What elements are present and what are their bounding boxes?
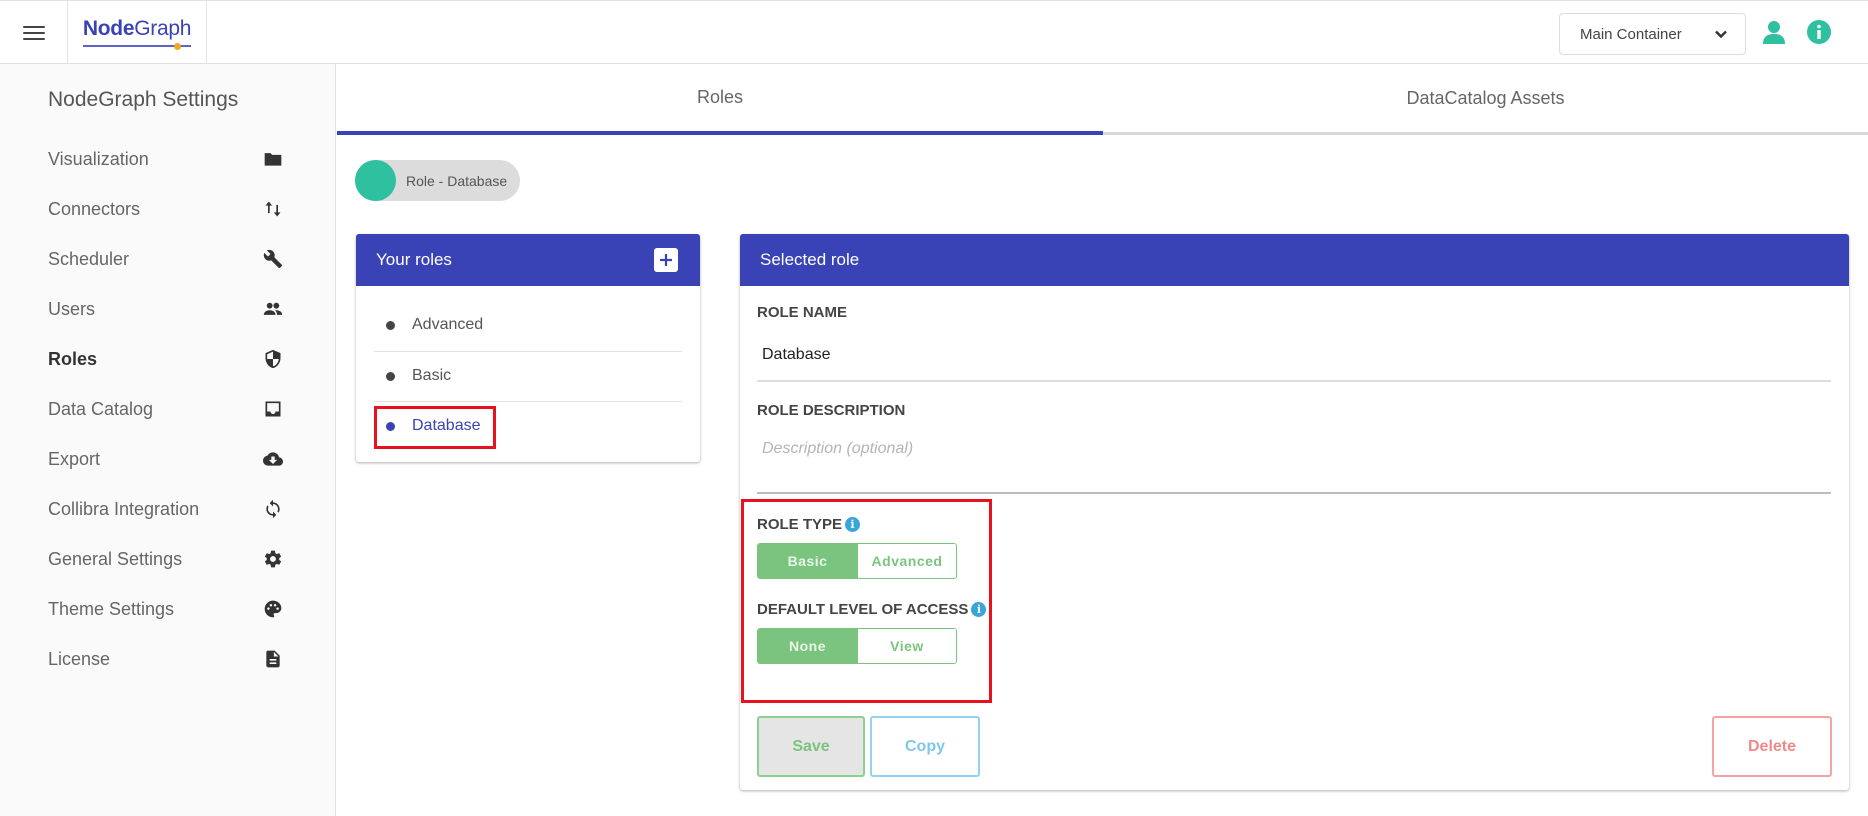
chip-avatar [355,160,396,201]
people-icon [262,298,284,320]
role-name-underline [757,380,1831,382]
role-name-label: ROLE NAME [757,304,847,321]
role-item-name: Advanced [412,316,484,333]
role-name-input[interactable]: Database [762,346,831,364]
sidebar-item-label: Data Catalog [48,398,154,419]
tab-bar: Roles DataCatalog Assets [337,64,1868,135]
sidebar-item-label: Visualization [48,148,149,169]
save-button[interactable]: Save [757,716,865,777]
sidebar-item-data-catalog[interactable]: Data Catalog [0,384,335,434]
roles-list-header: Your roles [356,234,700,286]
top-bar: NodeGraph Main Container [0,0,1868,64]
folder-icon [262,148,284,170]
sidebar-item-label: Users [48,298,96,319]
selected-role-title: Selected role [760,250,860,269]
settings-sidebar: NodeGraph Settings Visualization Connect… [0,64,336,816]
selected-role-header: Selected role [740,234,1849,286]
container-select[interactable]: Main Container [1559,13,1746,55]
sync-icon [262,498,284,520]
sidebar-item-label: Export [48,448,101,469]
inbox-icon [262,398,284,420]
role-item-name: Basic [412,367,452,384]
add-role-button[interactable] [654,248,678,272]
sidebar-item-scheduler[interactable]: Scheduler [0,234,335,284]
chevron-down-icon [1715,30,1727,39]
logo-dot [174,43,182,50]
annotation-highlight-selected-role [374,406,496,449]
container-select-value: Main Container [1580,25,1682,43]
cloud-download-icon [262,448,284,470]
sidebar-item-users[interactable]: Users [0,284,335,334]
role-item-basic[interactable]: Basic [374,351,682,401]
tab-roles[interactable]: Roles [337,64,1103,135]
logo-text-regular: Graph [134,17,192,40]
sidebar-item-label: Scheduler [48,248,130,269]
gear-icon [262,548,284,570]
sidebar-item-label: License [48,648,111,669]
document-icon [262,648,284,670]
sidebar-item-visualization[interactable]: Visualization [0,134,335,184]
logo-text-bold: Node [82,17,135,40]
sidebar-item-theme-settings[interactable]: Theme Settings [0,584,335,634]
palette-icon [262,598,284,620]
sidebar-title: NodeGraph Settings [48,88,239,111]
sidebar-item-label: General Settings [48,548,183,569]
bullet-icon [386,371,395,381]
sidebar-item-connectors[interactable]: Connectors [0,184,335,234]
role-chip[interactable]: Role - Database [355,160,520,201]
info-icon[interactable] [1806,19,1832,45]
copy-button[interactable]: Copy [870,716,980,777]
wrench-icon [262,248,284,270]
menu-button[interactable] [0,1,68,64]
role-description-underline [757,492,1831,494]
bullet-icon [386,320,395,330]
user-icon[interactable] [1761,19,1787,45]
sidebar-item-label: Connectors [48,198,141,219]
sidebar-item-label: Collibra Integration [48,498,200,519]
role-item-advanced[interactable]: Advanced [374,300,682,350]
sidebar-item-label: Roles [48,348,98,369]
logo[interactable]: NodeGraph [68,1,207,64]
role-description-label: ROLE DESCRIPTION [757,402,906,419]
sidebar-item-export[interactable]: Export [0,434,335,484]
sidebar-item-roles[interactable]: Roles [0,334,335,384]
annotation-highlight-role-settings [741,499,992,703]
plus-icon [660,254,672,266]
role-description-input[interactable]: Description (optional) [762,440,913,458]
chip-label: Role - Database [406,172,508,189]
sidebar-item-general-settings[interactable]: General Settings [0,534,335,584]
sidebar-item-license[interactable]: License [0,634,335,684]
roles-list-title: Your roles [376,250,452,269]
sidebar-item-label: Theme Settings [48,598,175,619]
hamburger-icon [22,25,45,41]
delete-button[interactable]: Delete [1712,716,1832,777]
tab-datacatalog-assets[interactable]: DataCatalog Assets [1103,64,1868,135]
sidebar-item-collibra-integration[interactable]: Collibra Integration [0,484,335,534]
shield-icon [262,348,284,370]
swap-vertical-icon [262,198,284,220]
